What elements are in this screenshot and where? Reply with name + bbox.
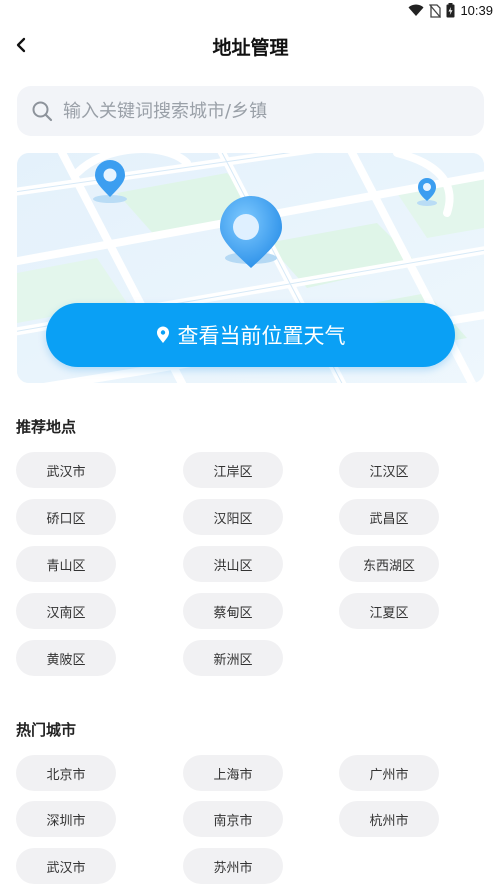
recommended-chip[interactable]: 硚口区 [16,499,116,535]
search-input[interactable] [61,99,465,123]
wifi-icon [408,4,424,16]
recommended-section-title: 推荐地点 [16,418,77,436]
search-icon [32,101,53,122]
hot-city-chip[interactable]: 北京市 [16,755,116,791]
no-sim-icon [429,3,442,18]
hot-cities-section-title: 热门城市 [16,721,77,739]
recommended-chip[interactable]: 洪山区 [183,546,283,582]
page-title: 地址管理 [212,37,289,59]
map-card: 查看当前位置天气 [17,153,484,383]
recommended-chip[interactable]: 汉南区 [16,593,116,629]
locate-button-label: 查看当前位置天气 [177,324,346,348]
hot-city-chip[interactable]: 杭州市 [339,801,439,837]
recommended-chip[interactable]: 蔡甸区 [183,593,283,629]
recommended-chip[interactable]: 江汉区 [339,452,439,488]
recommended-chip[interactable]: 武汉市 [16,452,116,488]
hot-city-chip[interactable]: 深圳市 [16,801,116,837]
status-bar: 10:39 [0,0,501,22]
hot-city-chip[interactable]: 南京市 [183,801,283,837]
view-current-location-weather-button[interactable]: 查看当前位置天气 [46,303,455,367]
hot-city-chip[interactable]: 广州市 [339,755,439,791]
recommended-chip[interactable]: 汉阳区 [183,499,283,535]
battery-icon [446,3,455,18]
search-box[interactable] [17,86,484,136]
hot-city-chip[interactable]: 苏州市 [183,848,283,884]
hot-city-chip[interactable]: 上海市 [183,755,283,791]
recommended-chip[interactable]: 黄陂区 [16,640,116,676]
recommended-chip[interactable]: 武昌区 [339,499,439,535]
recommended-chip[interactable]: 新洲区 [183,640,283,676]
recommended-chip[interactable]: 江夏区 [339,593,439,629]
recommended-chip[interactable]: 东西湖区 [339,546,439,582]
header: 地址管理 [0,24,501,66]
status-icons: 10:39 [408,3,493,18]
recommended-chip[interactable]: 江岸区 [183,452,283,488]
recommended-chip[interactable]: 青山区 [16,546,116,582]
hot-city-chip[interactable]: 武汉市 [16,848,116,884]
location-pin-icon [156,326,169,343]
status-time: 10:39 [460,3,493,18]
